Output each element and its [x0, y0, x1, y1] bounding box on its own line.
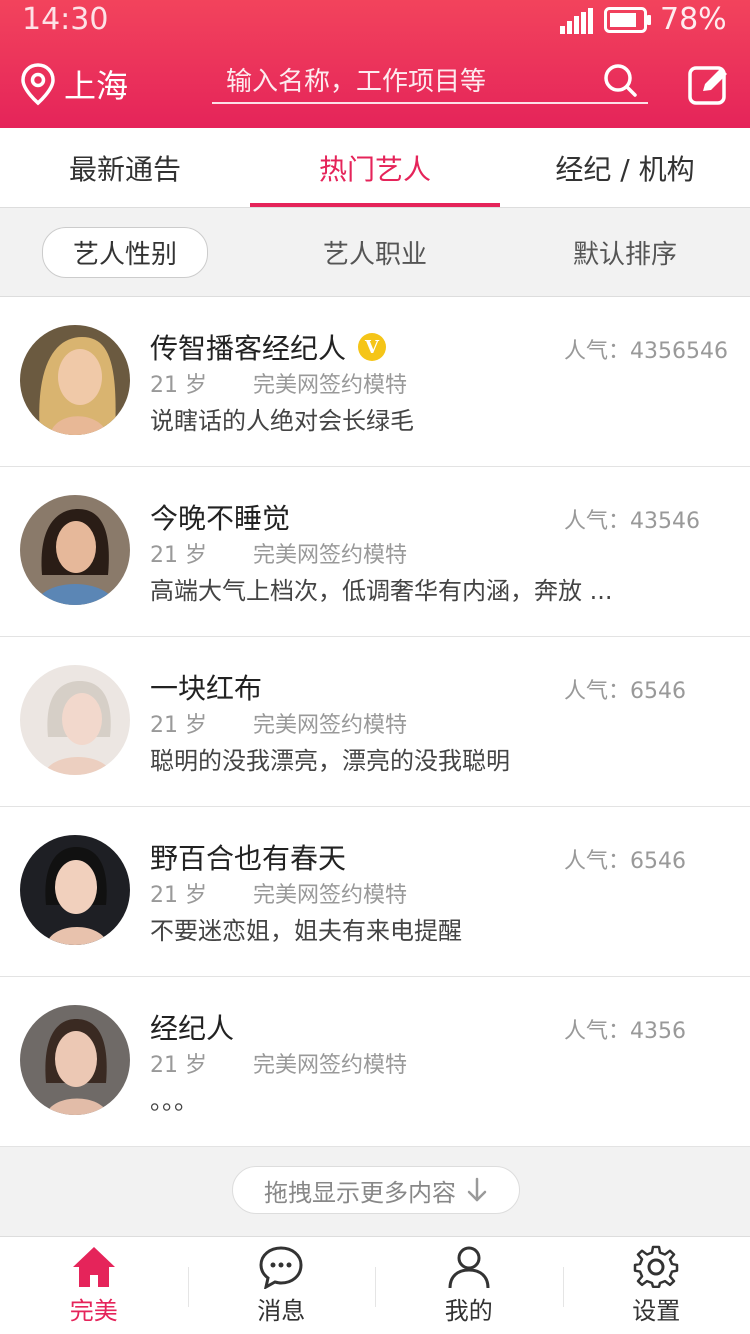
- filter-profession[interactable]: 艺人职业: [250, 234, 500, 271]
- artist-description: 。。。: [150, 1087, 198, 1115]
- artist-description: 说瞎话的人绝对会长绿毛: [150, 407, 414, 435]
- artist-description: 不要迷恋姐，姐夫有来电提醒: [150, 917, 462, 945]
- artist-company: 完美网签约模特: [253, 1053, 408, 1078]
- list-item[interactable]: 一块红布 人气：6546 21 岁 完美网签约模特 聪明的没我漂亮，漂亮的没我聪明: [0, 637, 750, 807]
- verified-badge-icon: V: [358, 333, 387, 361]
- nav-settings-label: 设置: [632, 1297, 681, 1325]
- nav-home[interactable]: 完美: [0, 1237, 188, 1334]
- artist-description: 高端大气上档次，低调奢华有内涵，奔放 ...: [150, 577, 613, 605]
- nav-profile-label: 我的: [444, 1297, 493, 1325]
- tab-agencies[interactable]: 经纪 / 机构: [500, 128, 750, 207]
- nav-profile[interactable]: 我的: [375, 1237, 563, 1334]
- search-input[interactable]: [226, 64, 596, 100]
- settings-icon: [634, 1245, 679, 1288]
- artist-company: 完美网签约模特: [253, 883, 408, 908]
- artist-company: 完美网签约模特: [253, 373, 408, 398]
- popularity: 人气：6546: [564, 679, 686, 704]
- search-bar: [212, 58, 648, 104]
- artist-name: 一块红布: [150, 672, 263, 705]
- search-icon[interactable]: [602, 62, 638, 98]
- location-pin-icon: [21, 63, 55, 106]
- nav-messages-label: 消息: [257, 1297, 306, 1325]
- artist-list: 传智播客经纪人 V 人气：4356546 21 岁完美网签约模特 说瞎话的人绝对…: [0, 296, 750, 1147]
- artist-meta: 21 岁 完美网签约模特: [150, 707, 407, 739]
- name-row: 经纪人: [150, 1007, 234, 1047]
- avatar: [20, 495, 130, 605]
- home-icon: [72, 1247, 115, 1287]
- battery-level: 78%: [660, 2, 727, 37]
- status-bar: 14:30 78%: [0, 0, 750, 40]
- artist-name: 今晚不睡觉: [150, 502, 291, 535]
- signal-icon: [560, 8, 593, 34]
- artist-name: 经纪人: [150, 1012, 235, 1045]
- artist-name: 传智播客经纪人: [150, 332, 347, 365]
- name-row: 野百合也有春天: [150, 837, 346, 877]
- status-time: 14:30: [22, 2, 109, 37]
- message-icon: [259, 1246, 303, 1289]
- artist-meta: 21 岁 完美网签约模特: [150, 537, 407, 569]
- load-more-label: 拖拽显示更多内容: [264, 1178, 456, 1207]
- list-item[interactable]: 传智播客经纪人 V 人气：4356546 21 岁 完美网签约模特 说瞎话的人绝对…: [0, 297, 750, 467]
- artist-name: 野百合也有春天: [150, 842, 347, 875]
- bottom-nav: 完美 消息 我的 设置: [0, 1236, 750, 1334]
- artist-age: 21 岁: [150, 373, 207, 398]
- nav-messages[interactable]: 消息: [187, 1237, 376, 1334]
- filter-bar: 艺人性别 艺人职业 默认排序: [0, 208, 750, 296]
- artist-meta: 21 岁 完美网签约模特: [150, 1047, 407, 1079]
- artist-meta: 21 岁 完美网签约模特: [150, 367, 407, 399]
- artist-age: 21 岁: [150, 543, 207, 568]
- avatar: [20, 835, 130, 945]
- tab-latest-notices[interactable]: 最新通告: [0, 128, 250, 207]
- name-row: 今晚不睡觉: [150, 497, 290, 537]
- filter-gender[interactable]: 艺人性别: [41, 226, 208, 278]
- list-item[interactable]: 今晚不睡觉 人气：43546 21 岁 完美网签约模特 高端大气上档次，低调奢华有…: [0, 467, 750, 637]
- arrow-down-icon: [467, 1177, 487, 1202]
- artist-age: 21 岁: [150, 1053, 207, 1078]
- popularity: 人气：6546: [564, 849, 686, 874]
- list-item[interactable]: 野百合也有春天 人气：6546 21 岁 完美网签约模特 不要迷恋姐，姐夫有来电提…: [0, 807, 750, 977]
- artist-meta: 21 岁 完美网签约模特: [150, 877, 407, 909]
- app-header: 14:30 78% 上海: [0, 0, 750, 128]
- avatar: [20, 1005, 130, 1115]
- city-label: 上海: [64, 67, 129, 105]
- popularity: 人气：43546: [564, 509, 700, 534]
- popularity: 人气：4356546: [564, 339, 728, 364]
- artist-description: 聪明的没我漂亮，漂亮的没我聪明: [150, 747, 510, 775]
- name-row: 传智播客经纪人 V: [150, 327, 387, 367]
- list-item[interactable]: 经纪人 人气：4356 21 岁 完美网签约模特 。。。: [0, 977, 750, 1147]
- avatar: [20, 325, 130, 435]
- artist-age: 21 岁: [150, 713, 207, 738]
- edit-icon[interactable]: [688, 64, 730, 106]
- tab-hot-artists[interactable]: 热门艺人: [250, 128, 500, 207]
- category-tabs: 最新通告 热门艺人 经纪 / 机构: [0, 128, 750, 208]
- avatar: [20, 665, 130, 775]
- location-selector[interactable]: 上海: [20, 62, 128, 106]
- load-more-button[interactable]: 拖拽显示更多内容: [232, 1166, 520, 1214]
- nav-settings[interactable]: 设置: [562, 1237, 750, 1334]
- profile-icon: [448, 1246, 490, 1289]
- artist-age: 21 岁: [150, 883, 207, 908]
- popularity: 人气：4356: [564, 1019, 686, 1044]
- battery-icon: [604, 7, 651, 33]
- nav-home-label: 完美: [69, 1297, 118, 1325]
- artist-company: 完美网签约模特: [253, 543, 408, 568]
- artist-company: 完美网签约模特: [253, 713, 408, 738]
- filter-gender-wrap: 艺人性别: [0, 226, 250, 278]
- filter-sort[interactable]: 默认排序: [500, 234, 750, 271]
- name-row: 一块红布: [150, 667, 262, 707]
